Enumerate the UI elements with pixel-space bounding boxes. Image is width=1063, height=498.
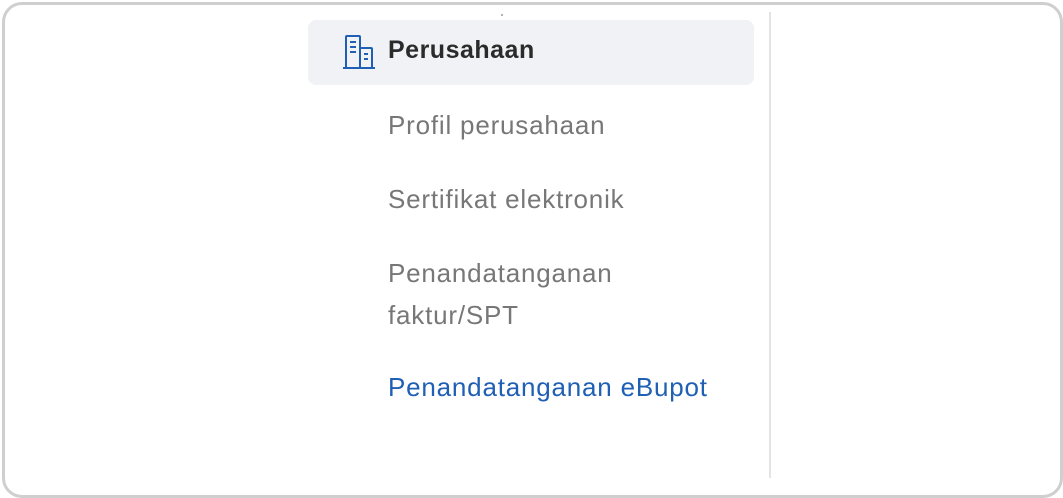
vertical-divider bbox=[769, 12, 771, 478]
section-title: Perusahaan bbox=[388, 36, 535, 64]
building-icon bbox=[342, 34, 376, 70]
menu-item-penandatanganan-faktur-spt[interactable]: Penandatanganan faktur/SPT bbox=[388, 252, 728, 336]
menu-item-penandatanganan-ebupot[interactable]: Penandatanganan eBupot bbox=[388, 366, 728, 408]
sidebar-section-perusahaan[interactable]: Perusahaan bbox=[308, 20, 754, 85]
decorative-dot bbox=[501, 14, 503, 16]
menu-item-profil-perusahaan[interactable]: Profil perusahaan bbox=[388, 104, 728, 146]
menu-item-sertifikat-elektronik[interactable]: Sertifikat elektronik bbox=[388, 178, 728, 220]
